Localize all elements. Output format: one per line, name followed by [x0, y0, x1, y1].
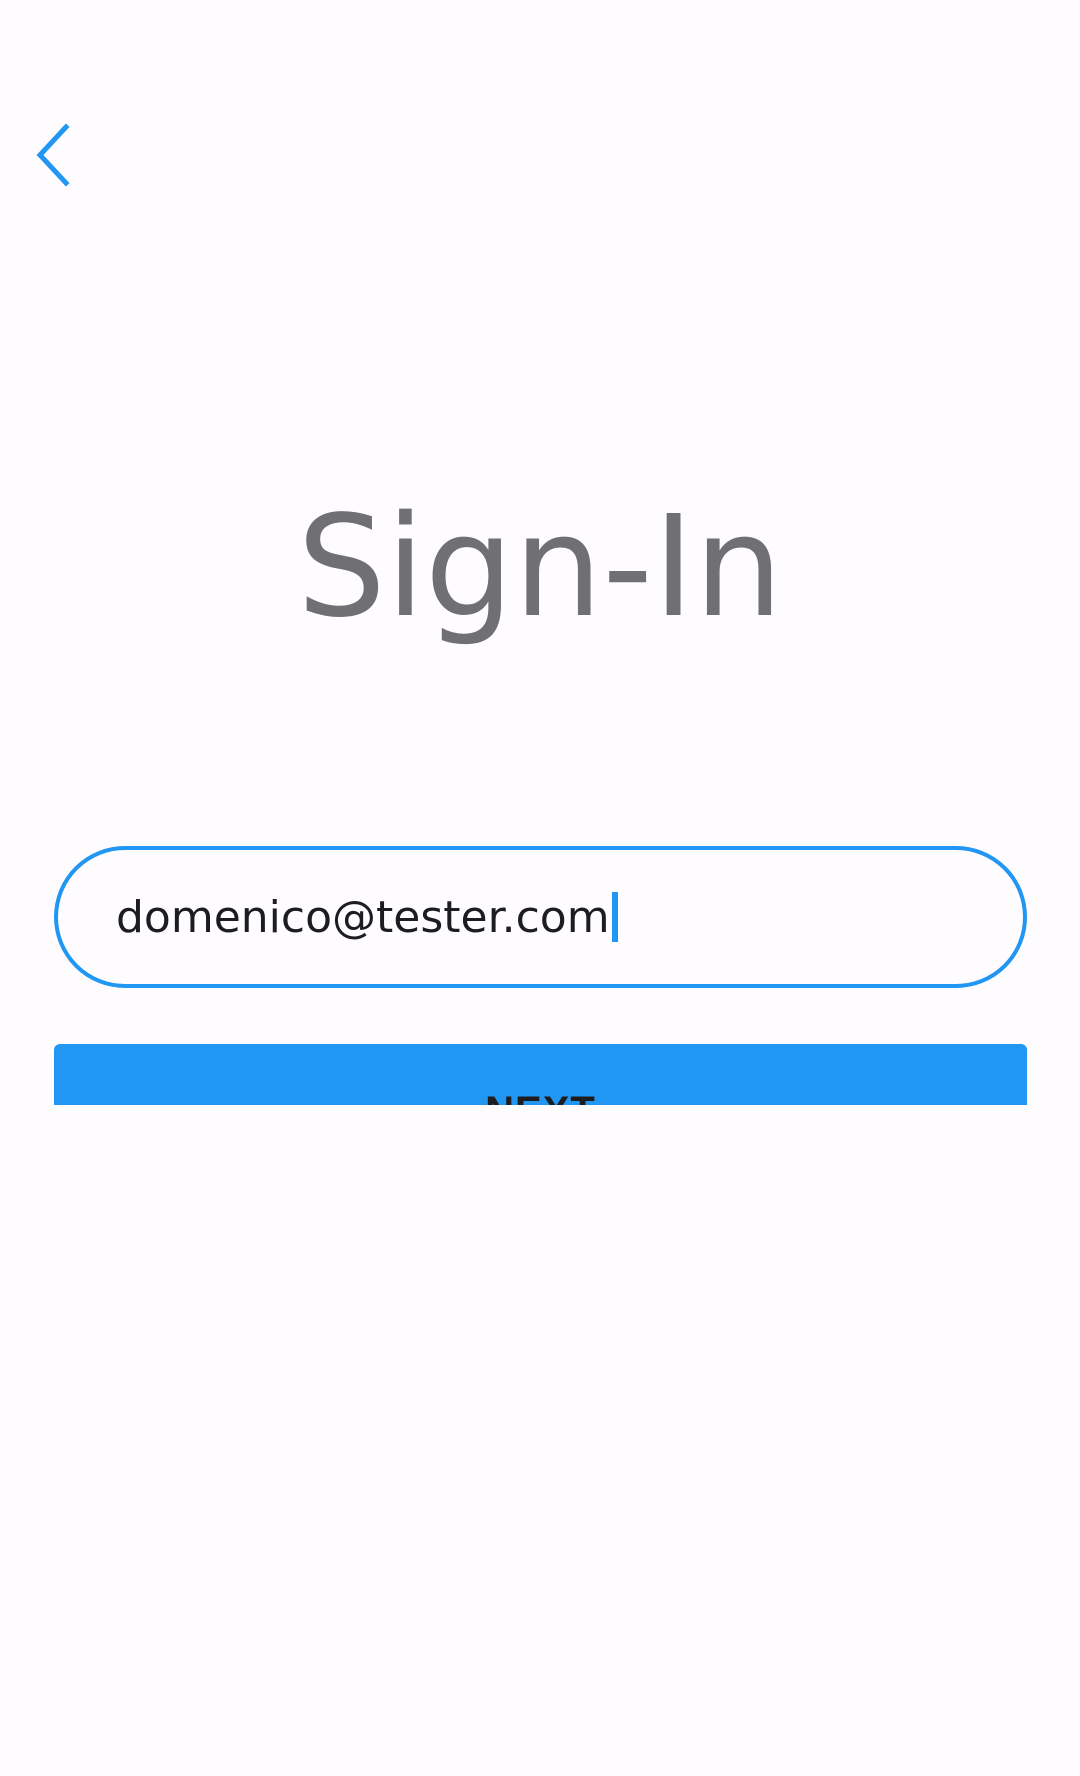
- page-title: Sign-In: [297, 486, 783, 649]
- email-field-value: domenico@tester.com: [116, 891, 610, 943]
- chevron-left-icon: [32, 123, 72, 187]
- back-button[interactable]: [32, 110, 102, 200]
- text-caret: [611, 892, 618, 942]
- email-field[interactable]: domenico@tester.com: [54, 846, 1027, 988]
- next-button[interactable]: NEXT: [54, 1044, 1027, 1105]
- next-button-label: NEXT: [54, 1089, 1027, 1105]
